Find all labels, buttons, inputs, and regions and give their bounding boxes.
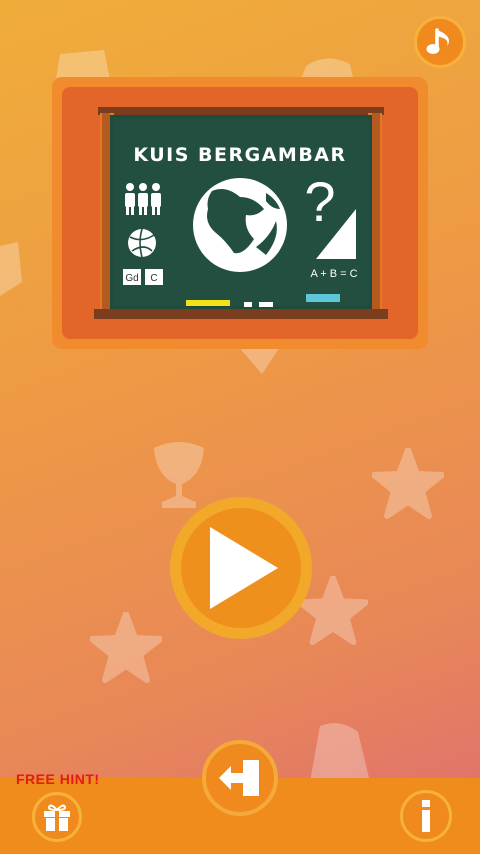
background-shape-decoration [0,242,22,296]
globe-icon [193,178,287,272]
background-star-decoration [372,448,444,519]
chalk-white [244,302,252,307]
chalkboard-logo: KUIS BERGAMBAR ? Gd C A + B = C [94,107,388,319]
background-shape-decoration [56,50,110,80]
background-shape-decoration [310,723,370,782]
info-button[interactable] [400,790,452,842]
chalk-white [259,302,273,307]
music-button[interactable] [414,16,466,68]
exit-icon [219,760,259,796]
background-star-decoration [90,612,162,683]
eraser [306,294,340,302]
free-hint-label: FREE HINT! [16,771,100,787]
volleyball-icon [128,228,156,258]
chalk-yellow [186,300,230,306]
music-note-icon [426,28,449,54]
play-button[interactable] [170,497,312,639]
question-mark: ? [304,170,335,233]
play-icon [210,527,278,609]
gift-button[interactable] [32,792,82,842]
letter-card: Gd [125,273,138,284]
exit-button[interactable] [202,740,278,816]
logo-frame: KUIS BERGAMBAR ? Gd C A + B = C [52,77,428,349]
background-trophy-decoration [154,442,204,508]
gift-icon [44,804,70,831]
game-title: KUIS BERGAMBAR [133,144,346,166]
formula-text: A + B = C [310,268,357,280]
play-button-inner [181,508,301,628]
info-icon [422,800,430,832]
letter-card: C [150,273,157,284]
